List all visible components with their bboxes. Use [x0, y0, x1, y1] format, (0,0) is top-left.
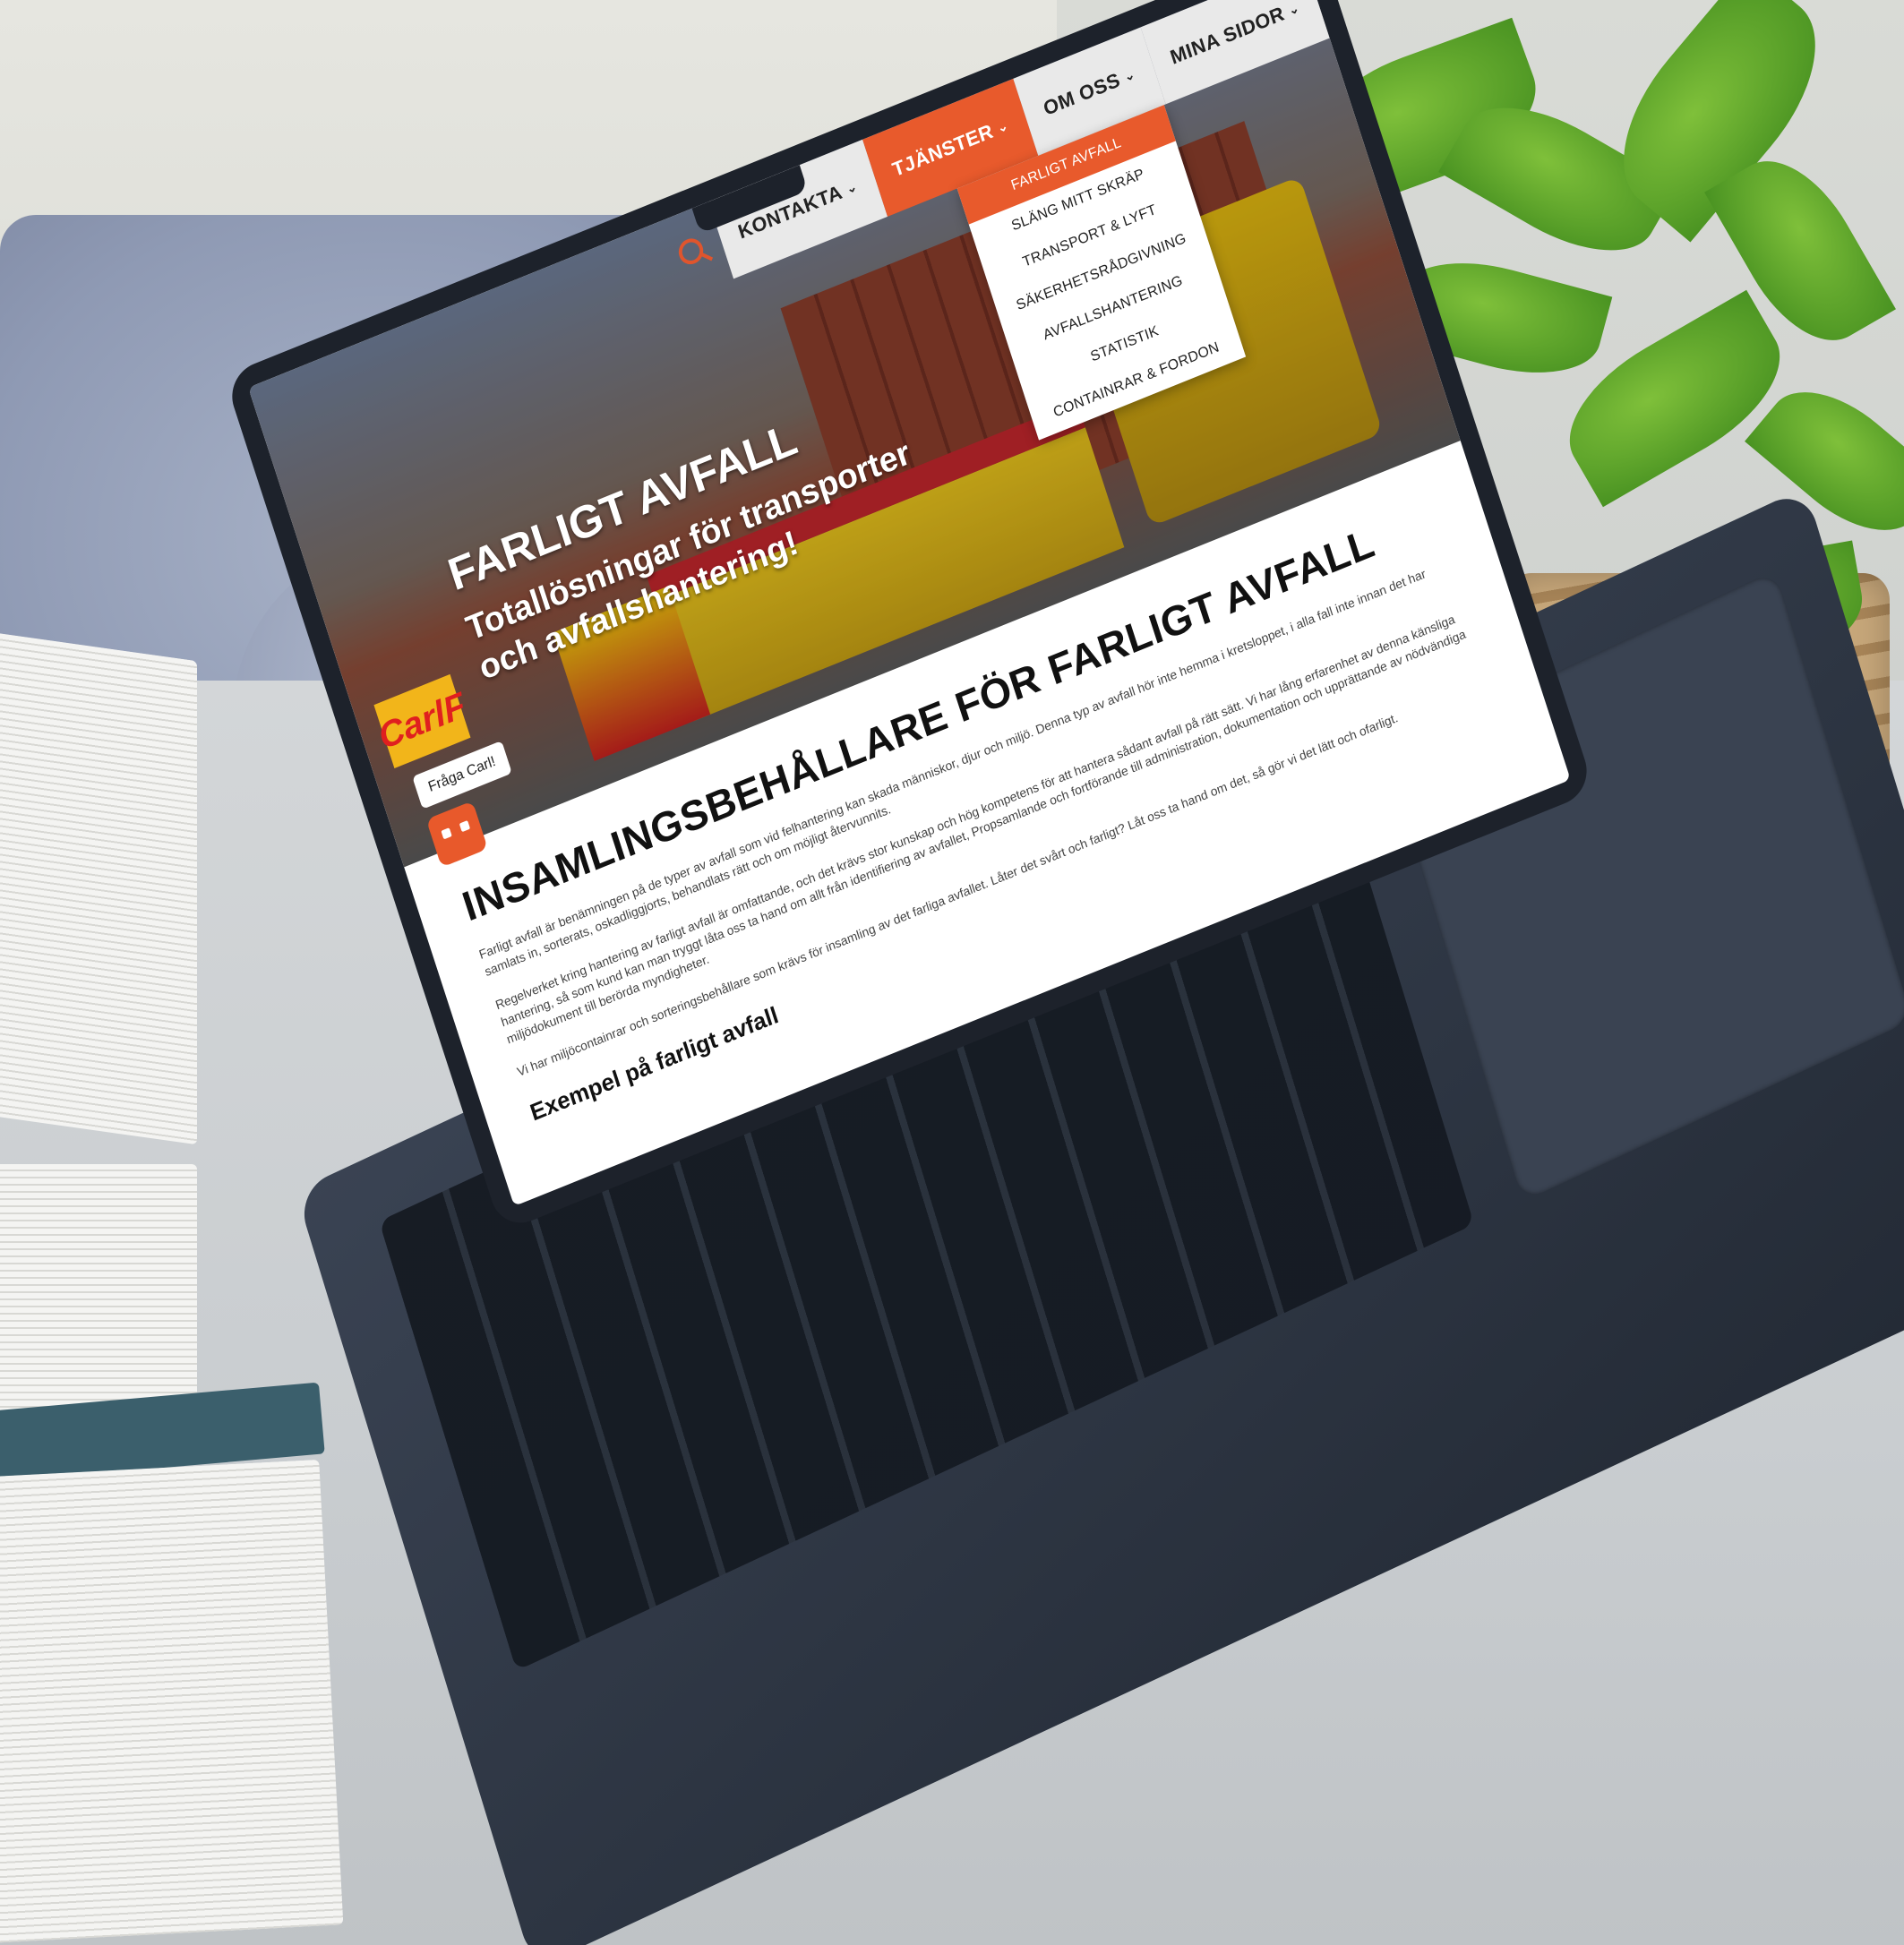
photo-scene: CarlF KONTAKTA ⌄ TJÄNSTER ⌄ OM OSS ⌄ MINA S…	[0, 0, 1904, 1945]
nav-label: OM OSS	[1040, 68, 1123, 121]
paper-stack	[0, 628, 197, 1145]
chevron-down-icon: ⌄	[995, 116, 1010, 135]
nav-label: MINA SIDOR	[1167, 2, 1288, 69]
nav-label: TJÄNSTER	[889, 119, 997, 182]
chevron-down-icon: ⌄	[1121, 65, 1137, 84]
chevron-down-icon: ⌄	[844, 177, 860, 196]
paper-stack	[0, 1459, 344, 1944]
chevron-down-icon: ⌄	[1286, 0, 1301, 18]
